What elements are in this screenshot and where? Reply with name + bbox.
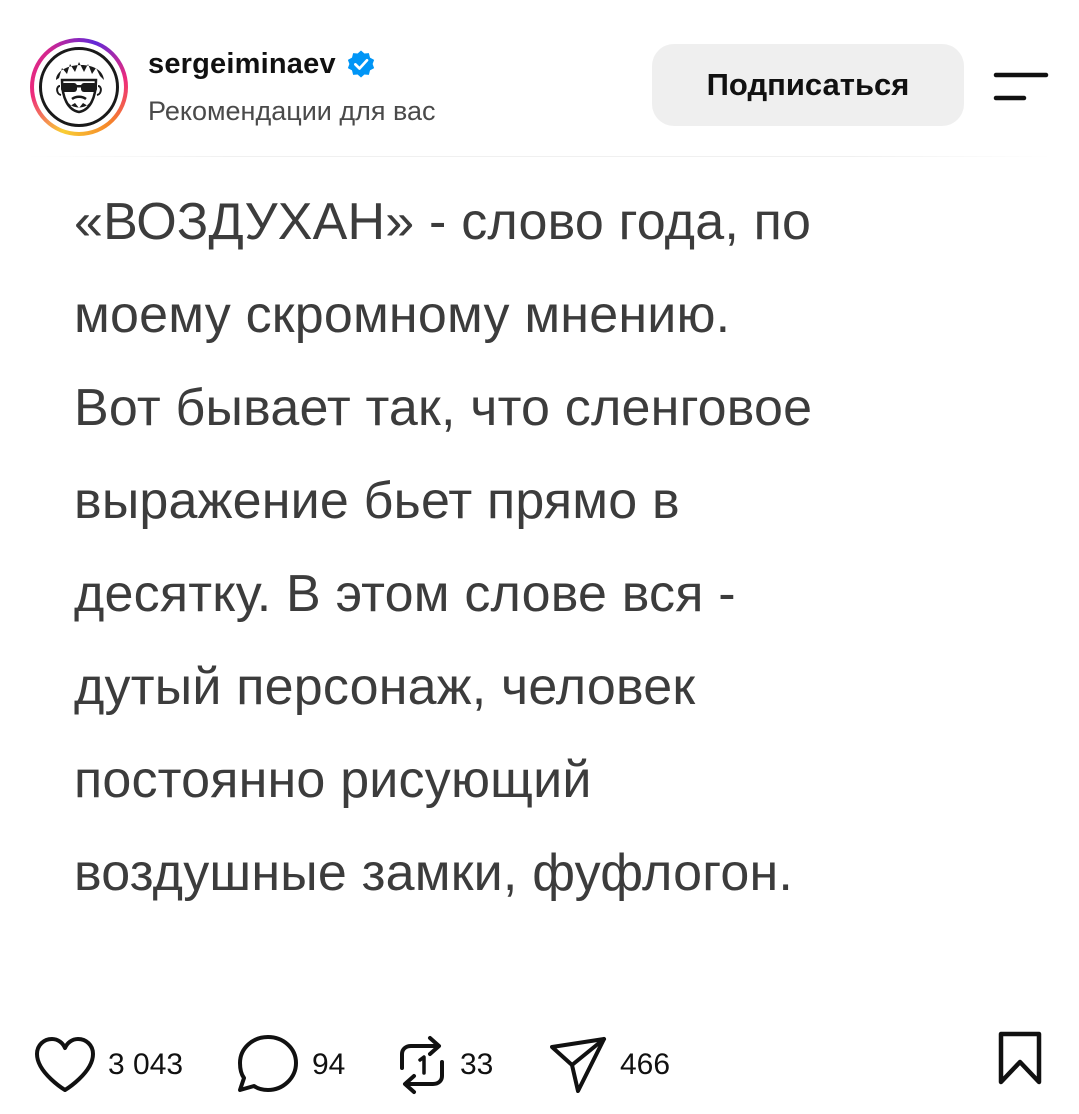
username-row: sergeiminaev — [148, 44, 376, 84]
avatar-story-ring[interactable] — [30, 38, 128, 136]
verified-badge-icon — [347, 50, 374, 78]
post-text-line: выражение бьет прямо в — [74, 472, 680, 530]
post-text-line: моему скромному мнению. — [74, 286, 731, 344]
like-action[interactable]: 3 043 — [32, 1020, 183, 1110]
header-divider — [24, 156, 1054, 157]
post-text-line: воздушные замки, фуфлогон. — [74, 844, 794, 902]
recommendation-label: Рекомендации для вас — [148, 96, 436, 126]
comment-icon[interactable] — [234, 1032, 302, 1098]
repost-action[interactable]: 33 — [394, 1020, 493, 1110]
post-text-line: постоянно рисующий — [74, 751, 592, 809]
action-bar: 3 043 94 33 466 — [0, 1020, 1079, 1110]
follow-button[interactable]: Подписаться — [652, 44, 964, 126]
heart-icon[interactable] — [32, 1035, 98, 1095]
send-icon[interactable] — [546, 1033, 610, 1097]
share-count: 466 — [620, 1048, 671, 1081]
avatar-portrait-icon — [56, 62, 104, 114]
username[interactable]: sergeiminaev — [148, 48, 336, 81]
post-text: «ВОЗДУХАН» - слово года, по моему скромн… — [74, 176, 1034, 920]
post-text-line: десятку. В этом слове вся - — [74, 565, 736, 623]
post-text-line: дутый персонаж, человек — [74, 658, 696, 716]
share-action[interactable]: 466 — [546, 1020, 670, 1110]
post-text-line: Вот бывает так, что сленговое — [74, 379, 813, 437]
repost-icon[interactable] — [394, 1032, 450, 1098]
comment-count: 94 — [312, 1048, 346, 1081]
repost-count: 33 — [460, 1048, 494, 1081]
menu-icon[interactable] — [990, 70, 1050, 104]
comment-action[interactable]: 94 — [234, 1020, 345, 1110]
avatar[interactable] — [39, 47, 119, 127]
post-header: sergeiminaev Рекомендации для вас Подпис… — [0, 0, 1079, 160]
like-count: 3 043 — [108, 1048, 184, 1081]
post-text-line: «ВОЗДУХАН» - слово года, по — [74, 193, 812, 251]
bookmark-icon[interactable] — [996, 1030, 1044, 1086]
